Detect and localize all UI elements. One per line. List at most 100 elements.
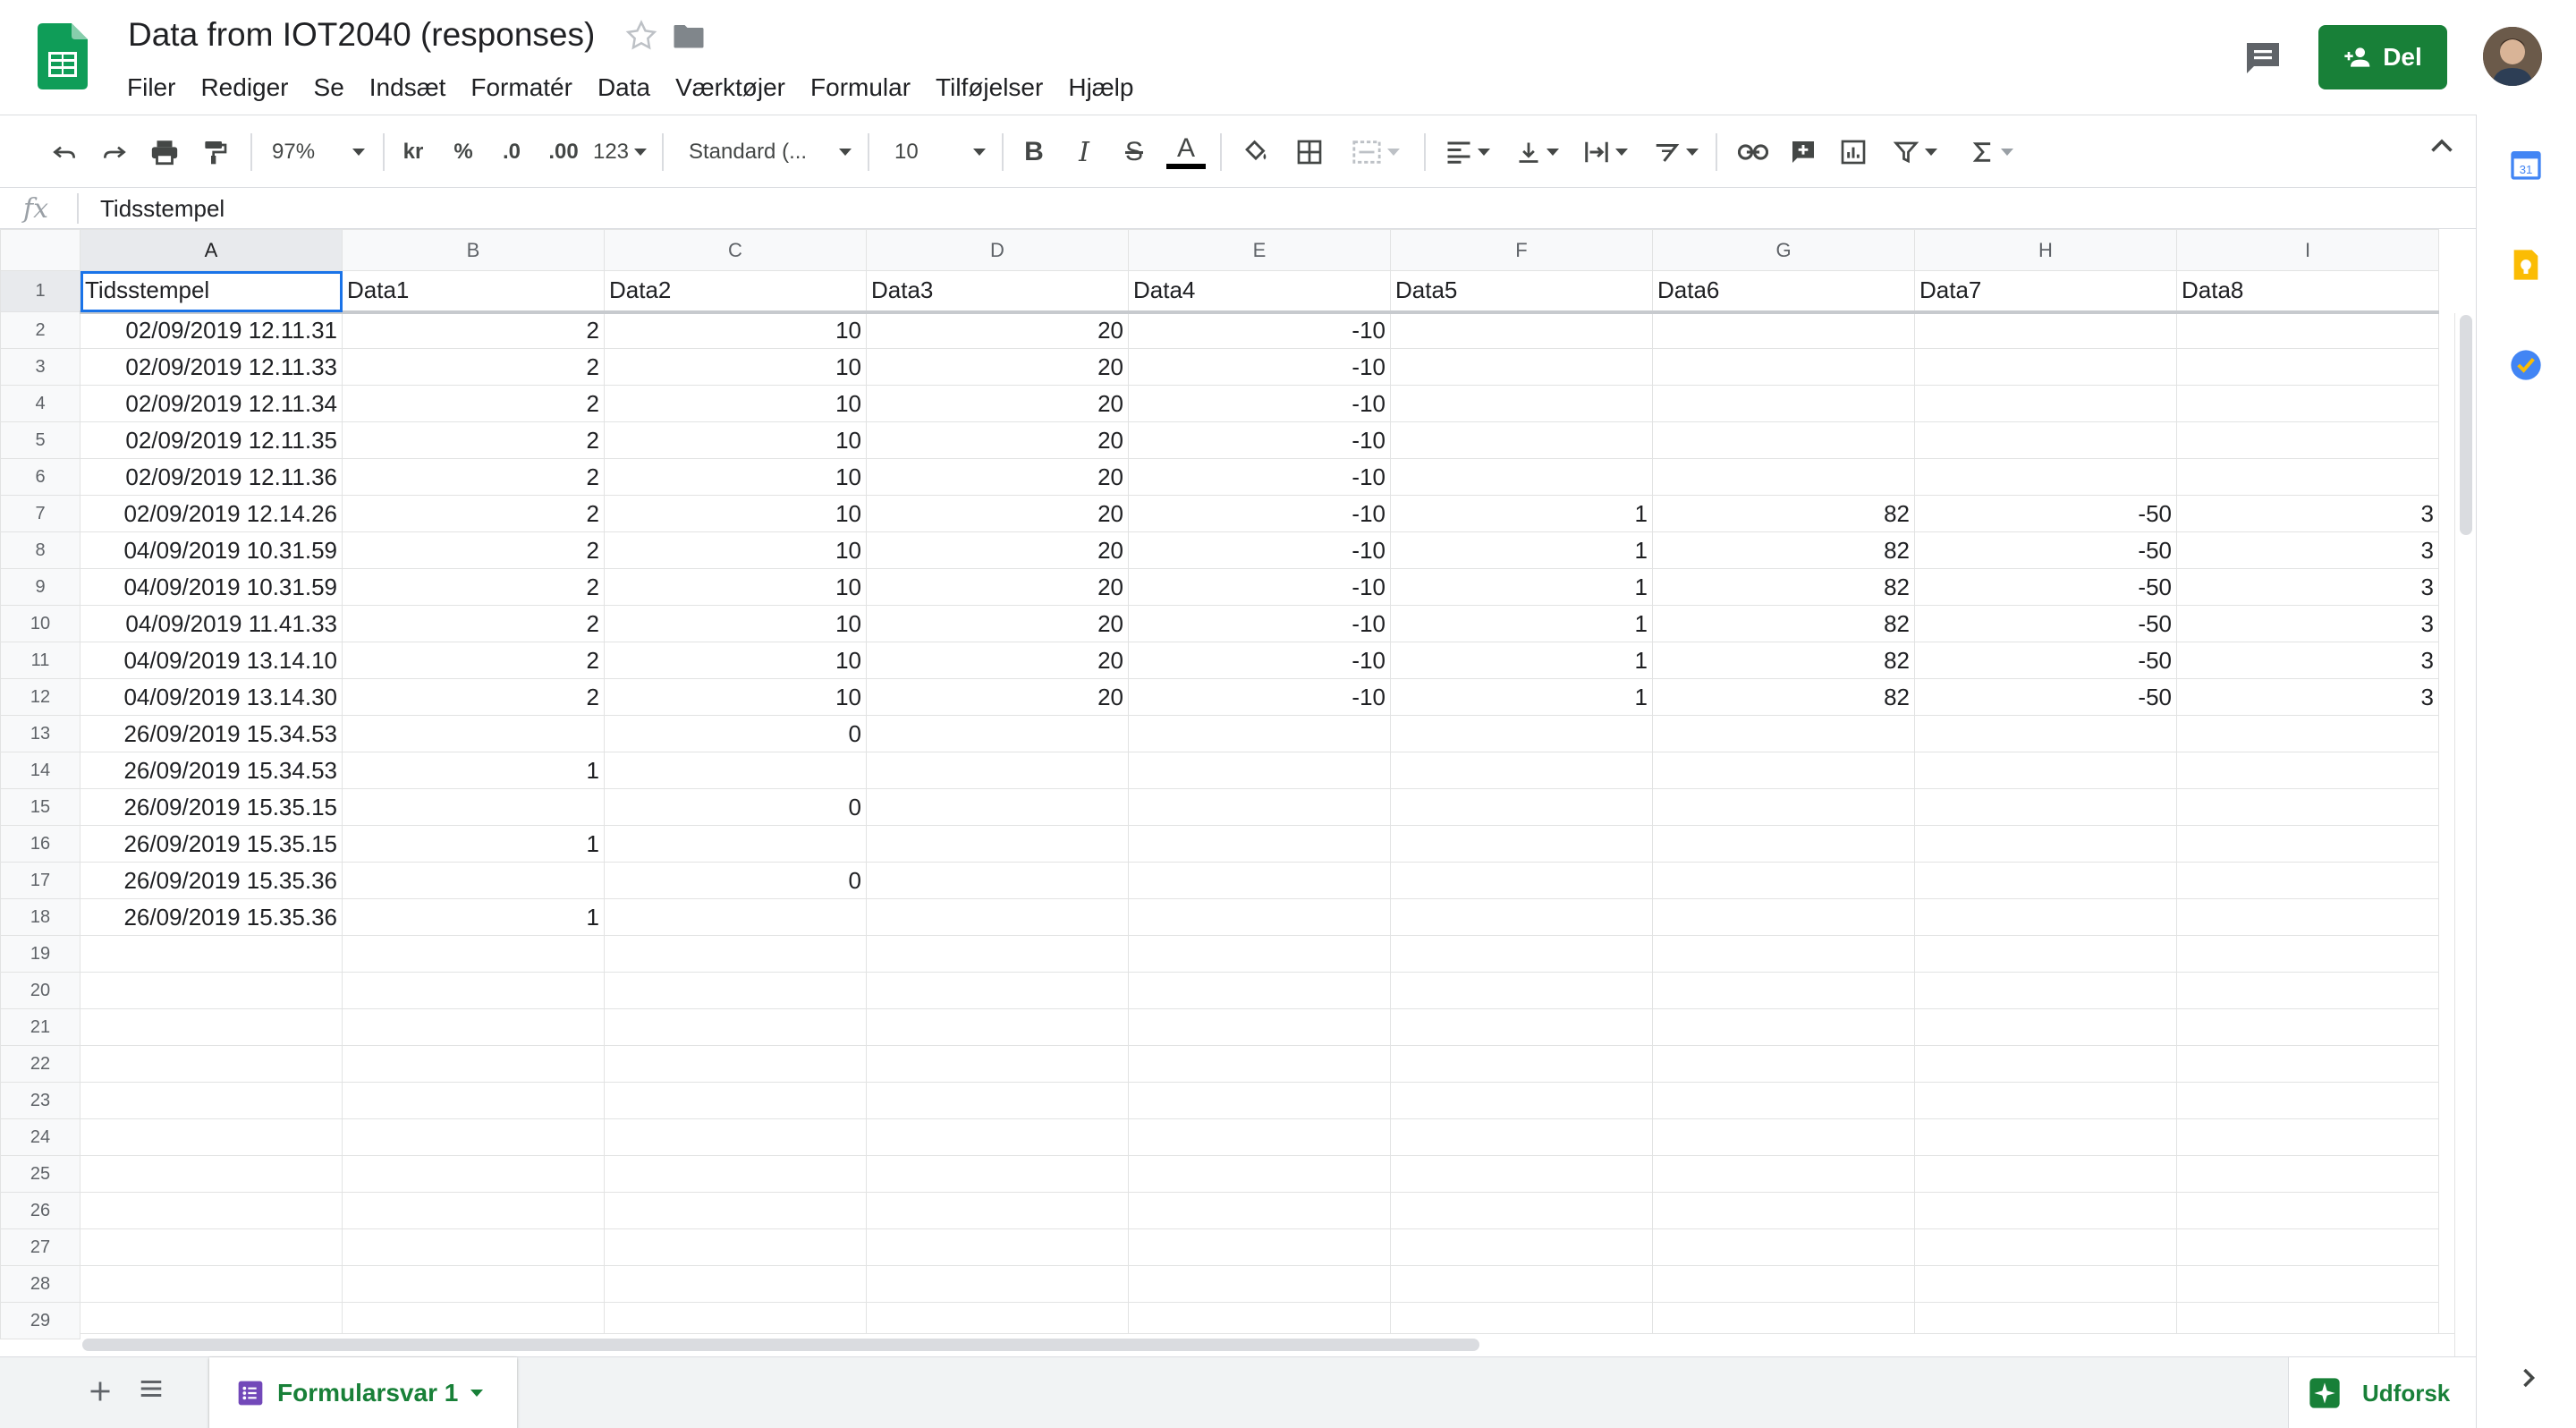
row-header[interactable]: 11 xyxy=(0,642,80,679)
cell[interactable] xyxy=(1914,311,2177,349)
row-header[interactable]: 9 xyxy=(0,568,80,606)
strikethrough-button[interactable]: S xyxy=(1114,115,1154,189)
cell[interactable] xyxy=(342,972,605,1009)
cell[interactable]: 04/09/2019 11.41.33 xyxy=(80,605,343,642)
font-size-select[interactable]: 10 xyxy=(891,115,989,189)
star-icon[interactable] xyxy=(623,18,659,54)
cell[interactable] xyxy=(866,715,1129,752)
cell[interactable] xyxy=(1914,935,2177,973)
horizontal-align-icon[interactable] xyxy=(1438,115,1497,189)
header-cell[interactable]: Data1 xyxy=(342,270,605,314)
cell[interactable] xyxy=(2176,421,2439,459)
cell[interactable] xyxy=(2176,385,2439,422)
tasks-icon[interactable] xyxy=(2508,347,2547,387)
cell[interactable] xyxy=(80,1192,343,1229)
cell[interactable] xyxy=(342,1155,605,1193)
cell[interactable] xyxy=(866,1118,1129,1156)
text-color-button[interactable]: A xyxy=(1165,115,1208,189)
row-header[interactable]: 6 xyxy=(0,458,80,496)
header-cell[interactable]: Data6 xyxy=(1652,270,1915,314)
vertical-scrollbar-thumb[interactable] xyxy=(2460,315,2472,535)
cell[interactable]: -10 xyxy=(1128,385,1391,422)
formula-input[interactable]: Tidsstempel xyxy=(100,188,225,229)
column-header-b[interactable]: B xyxy=(342,229,605,271)
cell[interactable] xyxy=(2176,935,2439,973)
vertical-align-icon[interactable] xyxy=(1508,115,1567,189)
cell[interactable]: 2 xyxy=(342,642,605,679)
cell[interactable]: 20 xyxy=(866,642,1129,679)
cell[interactable] xyxy=(2176,1118,2439,1156)
row-header[interactable]: 3 xyxy=(0,348,80,386)
cell[interactable]: 20 xyxy=(866,458,1129,496)
cell[interactable] xyxy=(866,862,1129,899)
all-sheets-button[interactable] xyxy=(138,1375,174,1411)
cell[interactable] xyxy=(1128,862,1391,899)
cell[interactable] xyxy=(1390,935,1653,973)
cell[interactable] xyxy=(1390,1265,1653,1303)
cell[interactable] xyxy=(2176,311,2439,349)
cell[interactable] xyxy=(604,1155,867,1193)
cell[interactable] xyxy=(342,1118,605,1156)
cell[interactable]: 82 xyxy=(1652,531,1915,569)
add-sheet-button[interactable] xyxy=(82,1375,118,1411)
cell[interactable] xyxy=(1914,752,2177,789)
row-header[interactable]: 12 xyxy=(0,678,80,716)
select-all-corner[interactable] xyxy=(0,229,80,271)
cell[interactable]: 3 xyxy=(2176,531,2439,569)
italic-button[interactable]: I xyxy=(1064,115,1104,189)
borders-icon[interactable] xyxy=(1290,115,1329,189)
row-header[interactable]: 28 xyxy=(0,1265,80,1303)
cell[interactable]: 20 xyxy=(866,495,1129,532)
row-header[interactable]: 21 xyxy=(0,1008,80,1046)
cell[interactable] xyxy=(866,788,1129,826)
cell[interactable] xyxy=(1914,1008,2177,1046)
cell[interactable]: 3 xyxy=(2176,642,2439,679)
cell[interactable]: 02/09/2019 12.11.36 xyxy=(80,458,343,496)
cell[interactable] xyxy=(1390,862,1653,899)
cell[interactable]: 10 xyxy=(604,495,867,532)
cell[interactable] xyxy=(1390,1008,1653,1046)
menu-edit[interactable]: Rediger xyxy=(188,70,301,106)
header-cell[interactable]: Data8 xyxy=(2176,270,2439,314)
cell[interactable] xyxy=(1914,1155,2177,1193)
menu-view[interactable]: Se xyxy=(301,70,357,106)
header-cell[interactable]: Data2 xyxy=(604,270,867,314)
cell[interactable]: -50 xyxy=(1914,531,2177,569)
cell[interactable] xyxy=(866,1045,1129,1083)
cell[interactable]: 1 xyxy=(1390,642,1653,679)
column-header-g[interactable]: G xyxy=(1652,229,1915,271)
cell[interactable]: 0 xyxy=(604,715,867,752)
calendar-icon[interactable]: 31 xyxy=(2508,147,2547,186)
cell[interactable] xyxy=(342,935,605,973)
text-wrapping-icon[interactable] xyxy=(1576,115,1635,189)
cell[interactable] xyxy=(1652,972,1915,1009)
menu-data[interactable]: Data xyxy=(585,70,663,106)
cell[interactable] xyxy=(1652,1082,1915,1119)
row-header[interactable]: 19 xyxy=(0,935,80,973)
row-header[interactable]: 2 xyxy=(0,311,80,349)
cell[interactable] xyxy=(1914,1228,2177,1266)
row-header[interactable]: 17 xyxy=(0,862,80,899)
cell[interactable] xyxy=(1390,1228,1653,1266)
cell[interactable]: 2 xyxy=(342,531,605,569)
bold-button[interactable]: B xyxy=(1014,115,1054,189)
cell[interactable]: 20 xyxy=(866,678,1129,716)
cell[interactable]: 82 xyxy=(1652,678,1915,716)
document-title[interactable]: Data from IOT2040 (responses) xyxy=(128,16,595,54)
cell[interactable]: 20 xyxy=(866,311,1129,349)
cell[interactable] xyxy=(1652,348,1915,386)
cell[interactable] xyxy=(80,1118,343,1156)
column-header-c[interactable]: C xyxy=(604,229,867,271)
cell[interactable] xyxy=(1652,458,1915,496)
cell[interactable]: 0 xyxy=(604,862,867,899)
cell[interactable] xyxy=(342,1008,605,1046)
cell[interactable] xyxy=(1128,972,1391,1009)
cell[interactable]: -10 xyxy=(1128,421,1391,459)
cell[interactable]: 3 xyxy=(2176,495,2439,532)
cell[interactable]: 3 xyxy=(2176,678,2439,716)
row-header[interactable]: 23 xyxy=(0,1082,80,1119)
insert-chart-icon[interactable] xyxy=(1834,115,1873,189)
cell[interactable] xyxy=(1914,458,2177,496)
cell[interactable] xyxy=(1652,421,1915,459)
cell[interactable]: -10 xyxy=(1128,642,1391,679)
